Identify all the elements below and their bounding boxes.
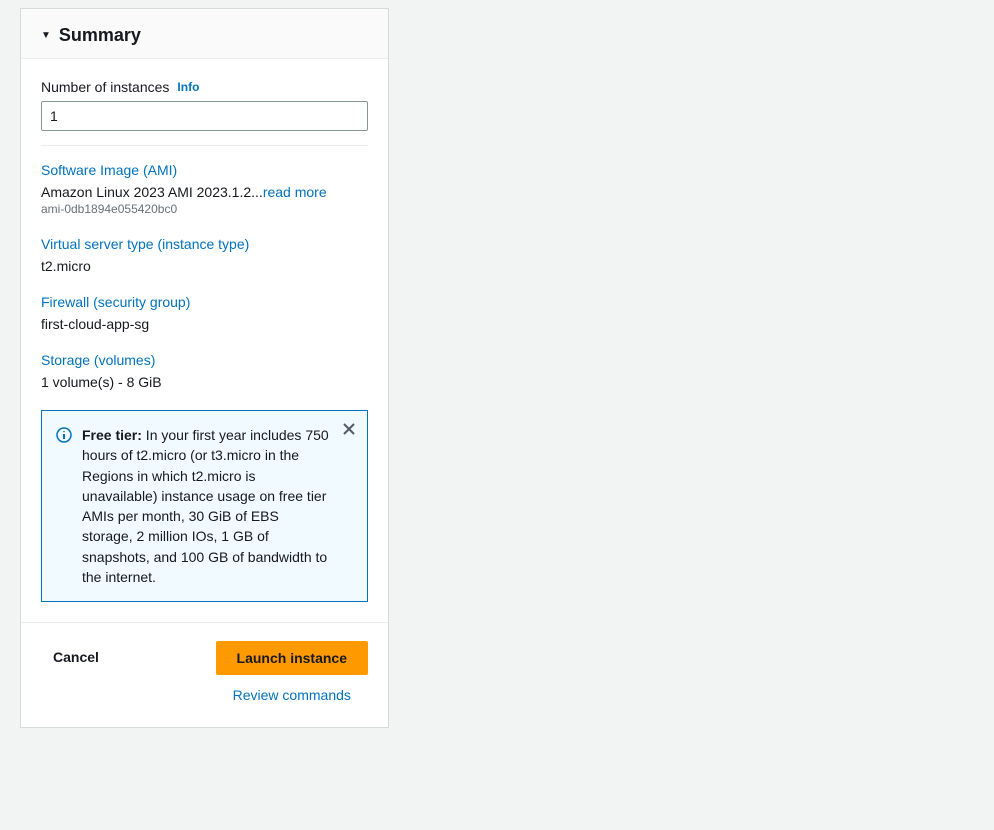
ami-name: Amazon Linux 2023 AMI 2023.1.2... [41,184,263,200]
divider [41,145,368,146]
ami-value: Amazon Linux 2023 AMI 2023.1.2...read mo… [41,184,368,200]
summary-footer: Cancel Launch instance Review commands [21,622,388,727]
free-tier-info-box: Free tier: In your first year includes 7… [41,410,368,602]
free-tier-text: Free tier: In your first year includes 7… [82,425,353,587]
summary-title: Summary [59,25,141,46]
storage-value: 1 volume(s) - 8 GiB [41,374,368,390]
instances-input[interactable] [41,101,368,131]
summary-panel: ▼ Summary Number of instances Info Softw… [20,8,389,728]
review-commands-link[interactable]: Review commands [233,687,351,703]
storage-section: Storage (volumes) 1 volume(s) - 8 GiB [41,352,368,390]
firewall-section: Firewall (security group) first-cloud-ap… [41,294,368,332]
info-icon [56,427,72,443]
instance-type-section: Virtual server type (instance type) t2.m… [41,236,368,274]
firewall-link[interactable]: Firewall (security group) [41,294,368,310]
cancel-button[interactable]: Cancel [41,641,111,673]
read-more-link[interactable]: read more [263,184,327,200]
ami-id: ami-0db1894e055420bc0 [41,202,368,216]
caret-down-icon: ▼ [41,30,51,41]
instance-type-value: t2.micro [41,258,368,274]
instance-type-link[interactable]: Virtual server type (instance type) [41,236,368,252]
launch-instance-button[interactable]: Launch instance [216,641,368,675]
close-icon[interactable] [341,421,357,437]
storage-link[interactable]: Storage (volumes) [41,352,368,368]
firewall-value: first-cloud-app-sg [41,316,368,332]
summary-header[interactable]: ▼ Summary [21,9,388,59]
free-tier-label: Free tier: [82,427,142,443]
instances-info-link[interactable]: Info [177,80,199,94]
summary-body: Number of instances Info Software Image … [21,59,388,622]
ami-link[interactable]: Software Image (AMI) [41,162,368,178]
instances-label: Number of instances [41,79,169,95]
ami-section: Software Image (AMI) Amazon Linux 2023 A… [41,162,368,216]
free-tier-body: In your first year includes 750 hours of… [82,427,329,585]
